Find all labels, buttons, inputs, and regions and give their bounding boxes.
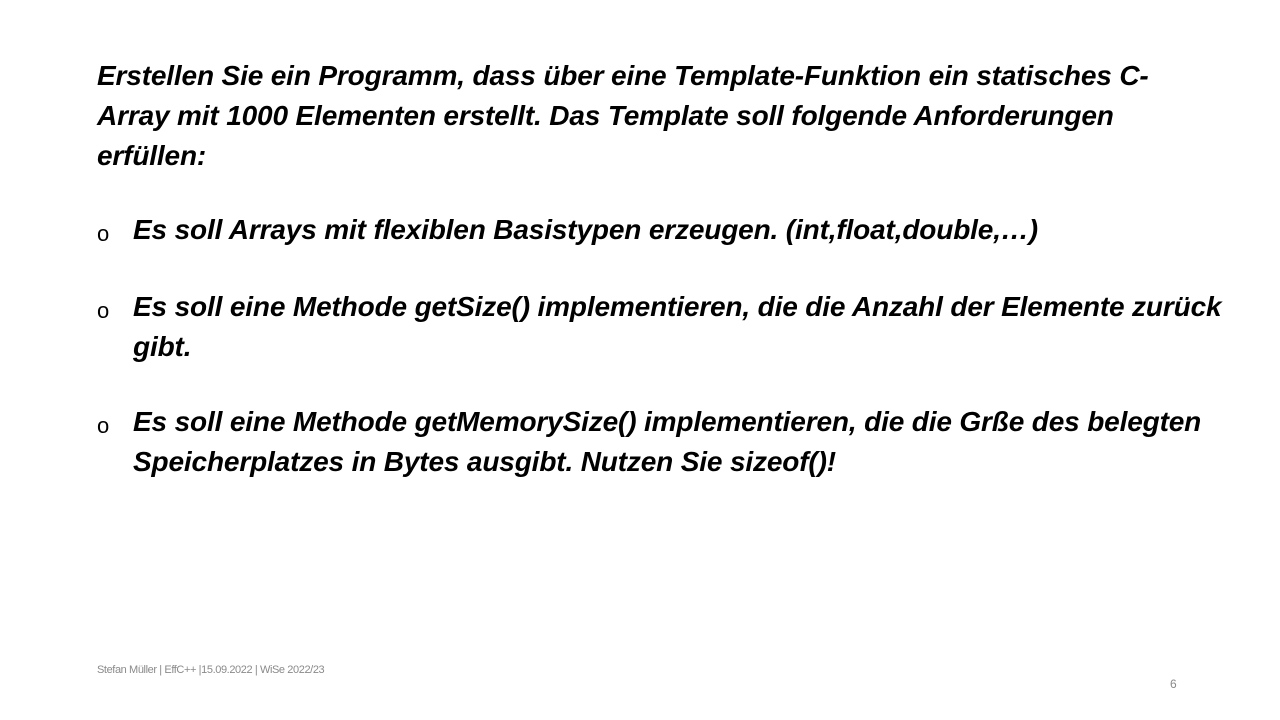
requirement-text-2: Es soll eine Methode getSize() implement…	[133, 291, 1222, 362]
requirement-text-3: Es soll eine Methode getMemorySize() imp…	[133, 406, 1202, 477]
requirement-item-3: o Es soll eine Methode getMemorySize() i…	[97, 402, 1247, 482]
bullet-marker-icon: o	[97, 298, 110, 323]
footer-meta-text: Stefan Müller | EffC++ |15.09.2022 | WiS…	[97, 664, 325, 676]
slide: Erstellen Sie ein Programm, dass über ei…	[0, 0, 1280, 720]
requirement-text-1: Es soll Arrays mit flexiblen Basistypen …	[133, 214, 1038, 245]
bullet-marker-icon: o	[97, 413, 110, 438]
requirement-item-1: o Es soll Arrays mit flexiblen Basistype…	[97, 210, 1247, 254]
bullet-marker-icon: o	[97, 221, 110, 246]
task-intro-text: Erstellen Sie ein Programm, dass über ei…	[97, 60, 1149, 171]
requirement-item-2: o Es soll eine Methode getSize() impleme…	[97, 287, 1247, 367]
page-number: 6	[1170, 677, 1177, 691]
